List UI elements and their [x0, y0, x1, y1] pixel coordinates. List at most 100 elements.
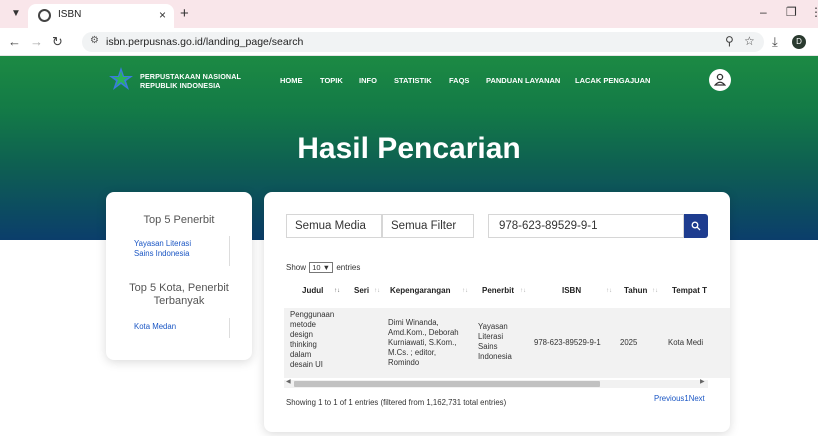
browser-address-bar: ← → ↻ ⚙ isbn.perpusnas.go.id/landing_pag…: [0, 28, 818, 56]
judul-line: desain UI: [290, 360, 323, 369]
browser-tab-bar: ▼ ISBN × + – ❐ ⋮: [0, 0, 818, 28]
city-title-line-1: Top 5 Kota, Penerbit: [129, 282, 229, 294]
col-header-kepengarangan[interactable]: Kepengarangan: [390, 286, 450, 295]
author-line: M.Cs. ; editor,: [388, 348, 437, 357]
tab-search-chevron-icon[interactable]: ▼: [8, 6, 24, 22]
publisher-line: Yayasan: [478, 322, 508, 331]
url-omnibox[interactable]: ⚙ isbn.perpusnas.go.id/landing_page/sear…: [82, 32, 764, 52]
judul-line: design: [290, 330, 313, 339]
scroll-right-icon[interactable]: ▶: [700, 378, 705, 385]
sort-icon: ↑↓: [462, 288, 468, 294]
sort-asc-icon: ↑↓: [334, 288, 340, 294]
author-line: Kurniawati, S.Kom.,: [388, 338, 457, 347]
entries-select[interactable]: 10 ▼: [309, 262, 334, 273]
entries-value: 10: [312, 263, 321, 272]
top-city-link[interactable]: Kota Medan: [134, 322, 176, 332]
search-icon: [691, 221, 701, 231]
zoom-icon[interactable]: ⚲: [725, 34, 734, 48]
profile-avatar[interactable]: D: [792, 35, 806, 49]
page-title: Hasil Pencarian: [297, 132, 521, 165]
nav-faqs[interactable]: FAQS: [449, 76, 469, 85]
media-select[interactable]: Semua Media: [286, 214, 382, 238]
new-tab-plus-icon[interactable]: +: [180, 5, 189, 22]
divider: [229, 236, 230, 266]
url-text[interactable]: isbn.perpusnas.go.id/landing_page/search: [106, 36, 303, 48]
col-header-seri[interactable]: Seri: [354, 286, 369, 295]
sort-icon: ↑↓: [606, 288, 612, 294]
nav-lacak-pengajuan[interactable]: LACAK PENGAJUAN: [575, 76, 650, 85]
site-settings-icon[interactable]: ⚙: [90, 35, 99, 46]
publisher-line: Literasi: [478, 332, 504, 341]
judul-line: metode: [290, 320, 317, 329]
pagination-previous[interactable]: Previous: [654, 394, 684, 403]
cell-judul: Penggunaan metode design thinking dalam …: [290, 310, 334, 370]
user-account-button[interactable]: [709, 69, 731, 91]
nav-panduan-layanan[interactable]: PANDUAN LAYANAN: [486, 76, 560, 85]
search-results-card: Semua Media Semua Filter 978-623-89529-9…: [264, 192, 730, 432]
download-icon[interactable]: ⤓: [772, 34, 778, 50]
publisher-line-1: Yayasan Literasi: [134, 239, 192, 248]
sort-icon: ↑↓: [374, 288, 380, 294]
nav-statistik[interactable]: STATISTIK: [394, 76, 432, 85]
col-header-tahun[interactable]: Tahun: [624, 286, 647, 295]
perpusnas-logo-icon: [109, 67, 133, 90]
cell-tempat: Kota Medi: [668, 338, 704, 347]
more-icon[interactable]: ⋮: [810, 5, 818, 19]
divider: [229, 318, 230, 338]
user-icon: [714, 73, 726, 86]
restore-icon[interactable]: ❐: [786, 5, 797, 19]
cell-penerbit: Yayasan Literasi Sains Indonesia: [478, 322, 512, 362]
globe-icon: [38, 9, 51, 22]
sort-icon: ↑↓: [520, 288, 526, 294]
brand-line-2: REPUBLIK INDONESIA: [140, 80, 221, 90]
city-title-line-2: Terbanyak: [153, 295, 205, 307]
horizontal-scrollbar[interactable]: ◀ ▶: [284, 378, 708, 388]
judul-line: thinking: [290, 340, 317, 349]
cell-isbn: 978-623-89529-9-1: [534, 338, 601, 347]
cell-tahun: 2025: [620, 338, 638, 347]
publisher-line: Sains: [478, 342, 498, 351]
publisher-line-2: Sains Indonesia: [134, 249, 190, 258]
search-button[interactable]: [684, 214, 708, 238]
judul-line: dalam: [290, 350, 312, 359]
author-line: Amd.Kom., Deborah: [388, 328, 459, 337]
entries-length-control: Show 10 ▼ entries: [286, 262, 360, 273]
judul-line: Penggunaan: [290, 310, 335, 319]
scrollbar-thumb[interactable]: [294, 381, 600, 387]
sort-icon: ↑↓: [652, 288, 658, 294]
show-label: Show: [286, 263, 307, 272]
entries-label: entries: [336, 263, 361, 272]
minimize-icon[interactable]: –: [760, 5, 767, 19]
browser-tab[interactable]: ISBN ×: [28, 4, 174, 28]
top-publisher-title: Top 5 Penerbit: [143, 214, 215, 226]
top-publisher-link[interactable]: Yayasan Literasi Sains Indonesia: [134, 239, 191, 259]
nav-topik[interactable]: TOPIK: [320, 76, 343, 85]
bookmark-star-icon[interactable]: ☆: [744, 34, 755, 48]
isbn-search-input[interactable]: 978-623-89529-9-1: [488, 214, 684, 238]
back-arrow-icon[interactable]: ←: [8, 34, 21, 49]
col-header-penerbit[interactable]: Penerbit: [482, 286, 514, 295]
tab-title: ISBN: [58, 9, 82, 20]
close-icon[interactable]: ×: [159, 8, 166, 22]
pagination-next[interactable]: Next: [689, 394, 705, 403]
filter-select[interactable]: Semua Filter: [382, 214, 474, 238]
publisher-line: Indonesia: [478, 352, 512, 361]
nav-info[interactable]: INFO: [359, 76, 377, 85]
nav-home[interactable]: HOME: [280, 76, 303, 85]
col-header-judul[interactable]: Judul: [302, 286, 323, 295]
forward-arrow-icon[interactable]: →: [30, 34, 43, 49]
pagination: Previous1Next: [654, 394, 705, 403]
author-line: Romindo: [388, 358, 420, 367]
site-navbar: PERPUSTAKAAN NASIONAL REPUBLIK INDONESIA…: [0, 56, 818, 104]
stats-sidebar-card: Top 5 Penerbit Yayasan Literasi Sains In…: [106, 192, 252, 360]
col-header-tempat[interactable]: Tempat T: [672, 286, 707, 295]
top-city-title: Top 5 Kota, Penerbit Terbanyak: [106, 282, 252, 308]
scroll-left-icon[interactable]: ◀: [286, 378, 291, 385]
site-brand[interactable]: PERPUSTAKAAN NASIONAL REPUBLIK INDONESIA: [140, 72, 241, 90]
reload-icon[interactable]: ↻: [52, 34, 63, 50]
table-row[interactable]: Penggunaan metode design thinking dalam …: [284, 308, 730, 378]
cell-kepengarangan: Dimi Winanda, Amd.Kom., Deborah Kurniawa…: [388, 318, 459, 368]
author-line: Dimi Winanda,: [388, 318, 439, 327]
col-header-isbn[interactable]: ISBN: [562, 286, 581, 295]
table-info: Showing 1 to 1 of 1 entries (filtered fr…: [286, 398, 507, 407]
